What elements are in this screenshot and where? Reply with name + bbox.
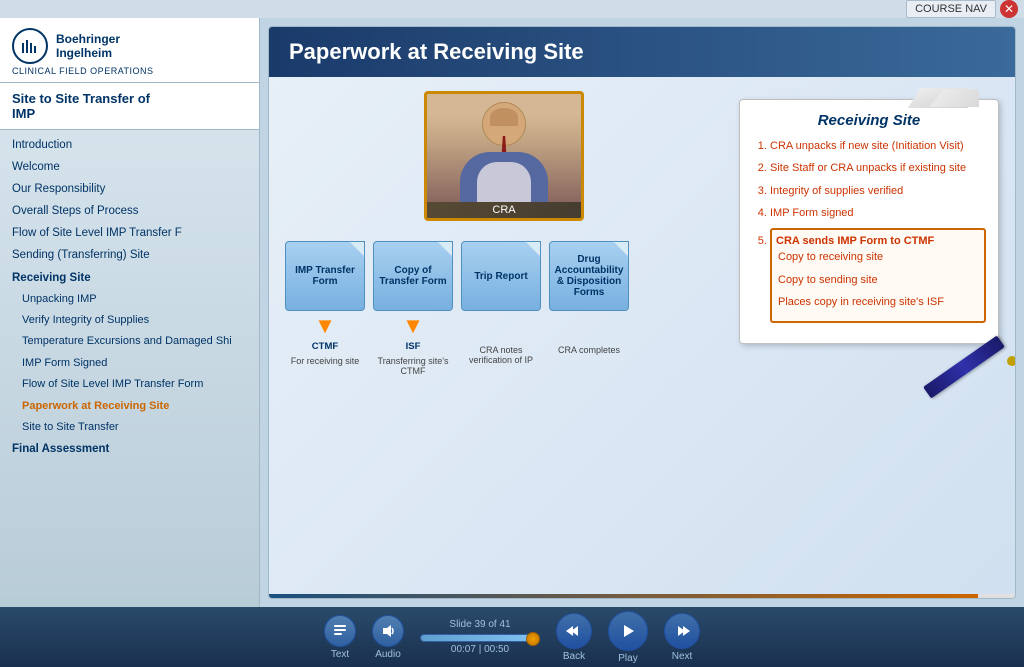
- audio-label: Audio: [375, 649, 401, 660]
- logo-icon: [12, 28, 48, 64]
- sidebar-item-receiving-site[interactable]: Receiving Site: [0, 267, 259, 289]
- subitem-1: Copy to receiving site: [778, 250, 980, 264]
- notepad-item-1: CRA unpacks if new site (Initiation Visi…: [770, 139, 986, 153]
- form-box-imp: IMP Transfer Form: [285, 241, 365, 311]
- sidebar-item-introduction[interactable]: Introduction: [0, 134, 259, 156]
- sidebar-item-temp-excursions[interactable]: Temperature Excursions and Damaged Shi: [0, 331, 259, 352]
- pen-decoration: [923, 336, 1005, 399]
- notepad: Receiving Site CRA unpacks if new site (…: [739, 99, 999, 344]
- form-box-drug: Drug Accountability & Disposition Forms: [549, 241, 629, 311]
- progress-container: Slide 39 of 41 00:07 | 00:50: [420, 619, 540, 655]
- progress-thumb: [526, 632, 540, 646]
- desc-imp: For receiving site: [285, 356, 365, 366]
- sidebar-item-final-assessment[interactable]: Final Assessment: [0, 438, 259, 460]
- slide-label: Slide 39 of 41: [449, 619, 510, 630]
- slide-header: Paperwork at Receiving Site: [269, 27, 1015, 77]
- sidebar-item-our-responsibility[interactable]: Our Responsibility: [0, 178, 259, 200]
- arrow-copy: ▼: [402, 315, 424, 337]
- audio-button[interactable]: Audio: [372, 615, 404, 660]
- bottom-bar: Text Audio Slide 39 of 41 00:07 | 00:50: [0, 607, 1024, 667]
- notepad-item-5: CRA sends IMP Form to CTMF Copy to recei…: [770, 228, 986, 323]
- back-button[interactable]: Back: [556, 613, 592, 662]
- slide-container: Paperwork at Receiving Site: [268, 26, 1016, 599]
- arrow-imp: ▼: [314, 315, 336, 337]
- form-item-trip-report: Trip Report CRA notes verification of IP: [461, 241, 541, 365]
- close-button[interactable]: ✕: [1000, 0, 1018, 18]
- pen-tip: [1007, 356, 1016, 366]
- presenter-label: CRA: [427, 202, 581, 218]
- text-label: Text: [331, 649, 349, 660]
- next-button[interactable]: Next: [664, 613, 700, 662]
- app-wrapper: COURSE NAV ✕: [0, 0, 1024, 667]
- sidebar-item-overall-steps[interactable]: Overall Steps of Process: [0, 200, 259, 222]
- sidebar-item-flow-imp[interactable]: Flow of Site Level IMP Transfer F: [0, 222, 259, 244]
- subitem-2: Copy to sending site: [778, 273, 980, 287]
- form-item-imp-transfer: IMP Transfer Form ▼ CTMF For receiving s…: [285, 241, 365, 366]
- forms-flow: IMP Transfer Form ▼ CTMF For receiving s…: [285, 241, 723, 376]
- highlight-box: CRA sends IMP Form to CTMF Copy to recei…: [770, 228, 986, 323]
- form-box-copy: Copy of Transfer Form: [373, 241, 453, 311]
- play-icon: [608, 611, 648, 651]
- notepad-title: Receiving Site: [752, 112, 986, 129]
- sidebar-item-flow-transfer[interactable]: Flow of Site Level IMP Transfer Form: [0, 374, 259, 395]
- text-button[interactable]: Text: [324, 615, 356, 660]
- sidebar: Boehringer Ingelheim CLINICAL FIELD OPER…: [0, 18, 260, 607]
- presenter-photo: CRA: [424, 91, 584, 221]
- sidebar-item-site-transfer[interactable]: Site to Site Transfer: [0, 417, 259, 438]
- sidebar-nav: Introduction Welcome Our Responsibility …: [0, 130, 259, 607]
- subitem-3: Places copy in receiving site's ISF: [778, 295, 980, 309]
- audio-icon: [372, 615, 404, 647]
- notepad-item-3: Integrity of supplies verified: [770, 184, 986, 198]
- slide-progress-fill: [269, 594, 978, 598]
- desc-drug: CRA completes: [549, 345, 629, 355]
- notepad-item-2: Site Staff or CRA unpacks if existing si…: [770, 161, 986, 175]
- slide-body: CRA IMP Transfer Form ▼ CTMF For receivi…: [269, 77, 1015, 592]
- notepad-item-4: IMP Form signed: [770, 206, 986, 220]
- course-nav-button[interactable]: COURSE NAV: [906, 0, 996, 18]
- sidebar-item-unpacking[interactable]: Unpacking IMP: [0, 289, 259, 310]
- logo-area: Boehringer Ingelheim CLINICAL FIELD OPER…: [0, 18, 259, 83]
- logo-text: Boehringer Ingelheim: [56, 32, 120, 61]
- desc-copy: Transferring site's CTMF: [373, 356, 453, 376]
- main-area: Boehringer Ingelheim CLINICAL FIELD OPER…: [0, 18, 1024, 607]
- brand-subtitle: CLINICAL FIELD OPERATIONS: [12, 66, 247, 76]
- dest-ctmf: CTMF: [312, 341, 338, 352]
- progress-fill: [421, 635, 533, 641]
- course-title: Site to Site Transfer of IMP: [0, 83, 259, 130]
- sidebar-item-paperwork[interactable]: Paperwork at Receiving Site: [0, 396, 259, 417]
- sidebar-item-imp-form-signed[interactable]: IMP Form Signed: [0, 353, 259, 374]
- content-area: Paperwork at Receiving Site: [260, 18, 1024, 607]
- back-icon: [556, 613, 592, 649]
- slide-title: Paperwork at Receiving Site: [289, 39, 995, 65]
- text-icon: [324, 615, 356, 647]
- dest-isf: ISF: [406, 341, 421, 352]
- form-item-copy-transfer: Copy of Transfer Form ▼ ISF Transferring…: [373, 241, 453, 376]
- slide-progress-line: [269, 594, 1015, 598]
- form-item-drug: Drug Accountability & Disposition Forms …: [549, 241, 629, 355]
- back-label: Back: [563, 651, 585, 662]
- next-label: Next: [672, 651, 693, 662]
- notepad-list: CRA unpacks if new site (Initiation Visi…: [752, 139, 986, 323]
- sidebar-item-verify-integrity[interactable]: Verify Integrity of Supplies: [0, 310, 259, 331]
- slide-right: Receiving Site CRA unpacks if new site (…: [739, 91, 999, 578]
- sidebar-item-sending-site[interactable]: Sending (Transferring) Site: [0, 244, 259, 266]
- form-box-trip: Trip Report: [461, 241, 541, 311]
- play-label: Play: [618, 653, 637, 664]
- desc-trip: CRA notes verification of IP: [461, 345, 541, 365]
- play-button[interactable]: Play: [608, 611, 648, 664]
- subitems-list: Copy to receiving site Copy to sending s…: [776, 250, 980, 309]
- progress-track[interactable]: [420, 634, 540, 642]
- presenter-image: [427, 94, 581, 202]
- next-icon: [664, 613, 700, 649]
- top-bar: COURSE NAV ✕: [0, 0, 1024, 18]
- slide-left: CRA IMP Transfer Form ▼ CTMF For receivi…: [285, 91, 723, 578]
- time-display: 00:07 | 00:50: [451, 644, 509, 655]
- sidebar-item-welcome[interactable]: Welcome: [0, 156, 259, 178]
